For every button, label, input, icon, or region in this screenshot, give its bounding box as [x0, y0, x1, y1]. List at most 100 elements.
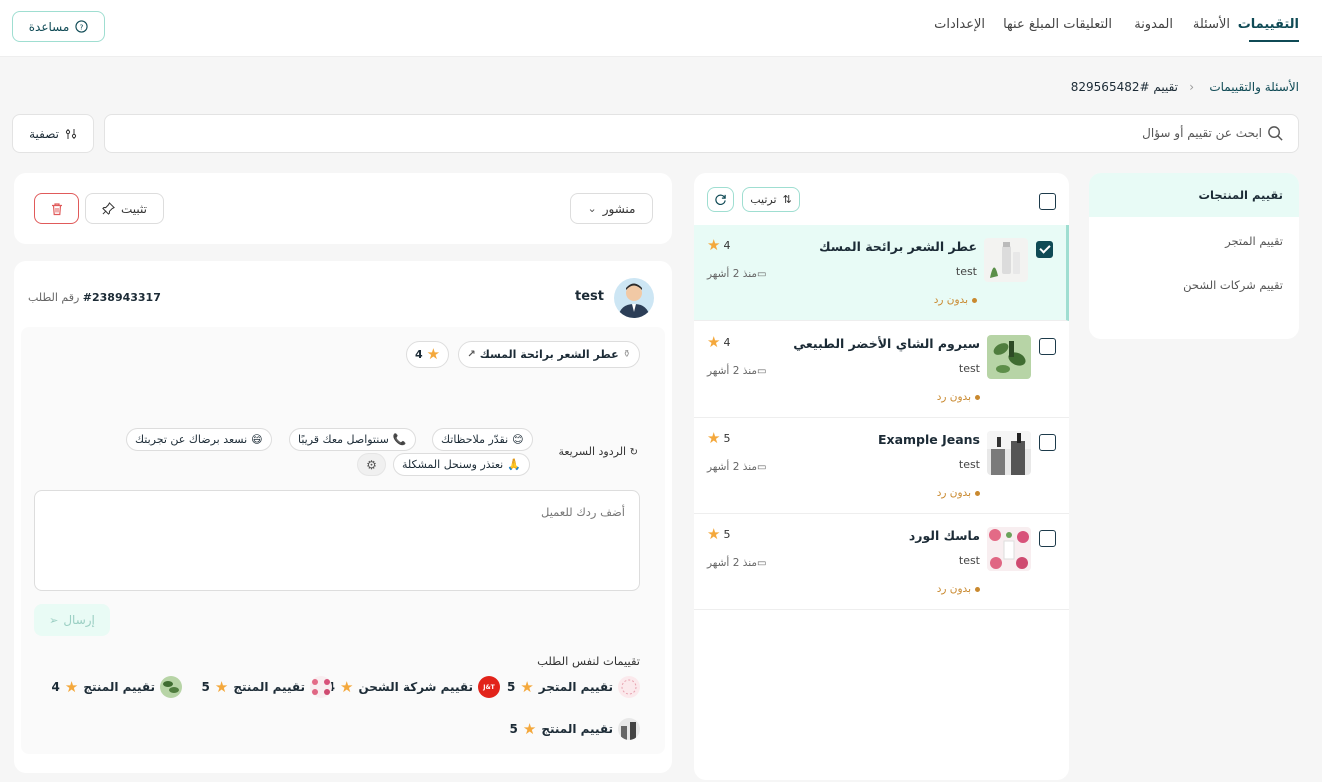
- time-text: منذ 2 أشهر: [707, 268, 758, 280]
- star-icon: ★: [340, 677, 354, 696]
- trash-icon: [51, 202, 62, 215]
- sort-button[interactable]: ⇅ ترتيب: [742, 187, 800, 212]
- review-list-panel: ⇅ ترتيب عطر الشعر برائحة المسك test بدون…: [694, 173, 1069, 780]
- phone-icon: 📞: [392, 433, 407, 446]
- tab-blog[interactable]: المدونة: [1134, 17, 1173, 32]
- product-title: Example Jeans: [877, 432, 980, 447]
- product-thumbnail: [310, 676, 332, 698]
- rating-value: 5: [506, 680, 516, 694]
- filter-sliders-icon: [65, 128, 77, 139]
- breadcrumb-parent[interactable]: الأسئلة والتقييمات: [1209, 80, 1299, 94]
- sort-arrows-icon: ⇅: [782, 193, 792, 206]
- product-thumbnail: [987, 431, 1031, 475]
- row-checkbox[interactable]: [1039, 434, 1056, 451]
- quick-reply-icon: ↻: [629, 447, 638, 458]
- product-thumbnail: [987, 335, 1031, 379]
- review-list-item[interactable]: عطر الشعر برائحة المسك test بدون رد 4 ★ ▭…: [694, 225, 1069, 321]
- rating-value: 4: [415, 348, 423, 361]
- quick-reply-chip[interactable]: 🙏 نعتذر وسنحل المشكلة: [393, 453, 530, 476]
- top-navigation-bar: التقييمات الأسئلة المدونة التعليقات المب…: [0, 0, 1322, 57]
- same-order-review-item[interactable]: تقييم المنتج ★ 4: [52, 676, 182, 698]
- tab-reviews[interactable]: التقييمات: [1238, 17, 1299, 32]
- rating-value: 4: [51, 680, 60, 694]
- row-checkbox[interactable]: [1039, 338, 1056, 355]
- time-text: منذ 2 أشهر: [707, 365, 758, 377]
- product-thumbnail: [987, 527, 1031, 571]
- pin-button[interactable]: تثبيت: [85, 193, 164, 224]
- star-icon: ★: [520, 677, 534, 696]
- help-icon: ?: [75, 20, 88, 33]
- order-label: رقم الطلب: [28, 291, 80, 304]
- customer-name: test: [958, 554, 980, 567]
- sidebar-item-product-reviews[interactable]: تقييم المنتجات: [1089, 173, 1299, 217]
- sidebar-item-label: تقييم المنتجات: [1198, 188, 1283, 202]
- review-type-label: تقييم شركة الشحن: [358, 680, 473, 694]
- store-logo: [618, 676, 640, 698]
- reply-textarea[interactable]: أضف ردك للعميل: [34, 490, 640, 591]
- same-order-review-item[interactable]: تقييم المنتج ★ 5: [510, 718, 640, 740]
- same-order-reviews-label: تقييمات لنفس الطلب: [537, 654, 640, 668]
- row-checkbox[interactable]: [1039, 530, 1056, 547]
- review-type-label: تقييم المنتج: [83, 680, 155, 694]
- filter-button[interactable]: تصفية: [12, 114, 94, 153]
- quick-reply-text: نقدّر ملاحظاتك: [441, 433, 509, 446]
- perfume-icon: ⚱: [622, 349, 631, 360]
- quick-reply-chip[interactable]: 📞 سنتواصل معك قريبًا: [289, 428, 416, 451]
- status-text: بدون رد: [933, 294, 968, 306]
- tab-settings[interactable]: الإعدادات: [934, 17, 985, 32]
- send-button[interactable]: إرسال ➢: [34, 604, 110, 636]
- search-icon: [1268, 126, 1283, 141]
- review-type-sidebar: تقييم المنتجات تقييم المتجر تقييم شركات …: [1089, 173, 1299, 339]
- review-list-item[interactable]: سيروم الشاي الأخضر الطبيعي test بدون رد …: [694, 322, 1069, 418]
- quick-replies-settings-button[interactable]: ⚙: [357, 453, 386, 476]
- same-order-review-item[interactable]: تقييم المتجر ★ 5: [507, 676, 640, 698]
- review-list-item[interactable]: ماسك الورد test بدون رد 5 ★ ▭منذ 2 أشهر: [694, 514, 1069, 610]
- star-icon: ★: [707, 525, 721, 543]
- time-text: منذ 2 أشهر: [707, 461, 758, 473]
- same-order-review-item[interactable]: تقييم المنتج ★ 5: [202, 676, 332, 698]
- tab-reported-comments[interactable]: التعليقات المبلغ عنها: [1003, 17, 1112, 32]
- rating-value: 5: [509, 722, 518, 736]
- help-button[interactable]: ? مساعدة: [12, 11, 105, 42]
- pin-label: تثبيت: [121, 201, 147, 216]
- same-order-review-item[interactable]: J&T تقييم شركة الشحن ★ 4: [327, 676, 500, 698]
- review-time: ▭منذ 2 أشهر: [707, 461, 766, 473]
- customer-name: test: [955, 265, 977, 278]
- star-icon: ★: [707, 236, 721, 254]
- select-all-checkbox[interactable]: [1039, 193, 1056, 210]
- star-icon: ★: [707, 333, 721, 351]
- status-select-value: منشور: [602, 201, 636, 216]
- row-checkbox[interactable]: [1036, 241, 1053, 258]
- star-icon: ★: [707, 429, 721, 447]
- review-detail-card: test #238943317 رقم الطلب ⚱ عطر الشعر بر…: [14, 261, 672, 773]
- chevron-down-icon: ⌄: [587, 202, 597, 215]
- refresh-button[interactable]: [707, 187, 734, 212]
- breadcrumb-current: تقييم #829565482: [1070, 80, 1178, 94]
- quick-reply-chip[interactable]: 😊 نقدّر ملاحظاتك: [432, 428, 533, 451]
- product-link-chip[interactable]: ⚱ عطر الشعر برائحة المسك ↗: [458, 341, 640, 368]
- review-type-label: تقييم المنتج: [541, 722, 613, 736]
- refresh-icon: [715, 194, 726, 205]
- review-time: ▭منذ 2 أشهر: [707, 268, 766, 280]
- review-list-item[interactable]: Example Jeans test بدون رد 5 ★ ▭منذ 2 أشه…: [694, 418, 1069, 514]
- order-number[interactable]: #238943317: [83, 291, 161, 304]
- tab-questions[interactable]: الأسئلة: [1193, 17, 1230, 32]
- external-link-icon: ↗: [467, 349, 476, 360]
- search-input[interactable]: ابحث عن تقييم أو سؤال: [104, 114, 1299, 153]
- customer-name: test: [958, 362, 980, 375]
- pray-emoji-icon: 🙏: [507, 458, 521, 471]
- quick-reply-chip[interactable]: 😄 نسعد برضاك عن تجربتك: [126, 428, 272, 451]
- star-icon: ★: [64, 677, 79, 696]
- reply-status: بدون رد: [937, 391, 980, 403]
- rating-display: 4 ★: [707, 335, 730, 350]
- active-tab-indicator: [1249, 40, 1299, 42]
- rating-value: 5: [723, 528, 731, 541]
- sidebar-item-store-reviews[interactable]: تقييم المتجر: [1089, 219, 1299, 263]
- sidebar-item-shipping-reviews[interactable]: تقييم شركات الشحن: [1089, 263, 1299, 307]
- star-icon: ★: [214, 677, 229, 696]
- rating-display: 5 ★: [707, 431, 730, 446]
- review-type-label: تقييم المنتج: [233, 680, 305, 694]
- delete-button[interactable]: [34, 193, 79, 224]
- pin-icon: [102, 202, 115, 215]
- publish-status-select[interactable]: منشور ⌄: [570, 193, 653, 224]
